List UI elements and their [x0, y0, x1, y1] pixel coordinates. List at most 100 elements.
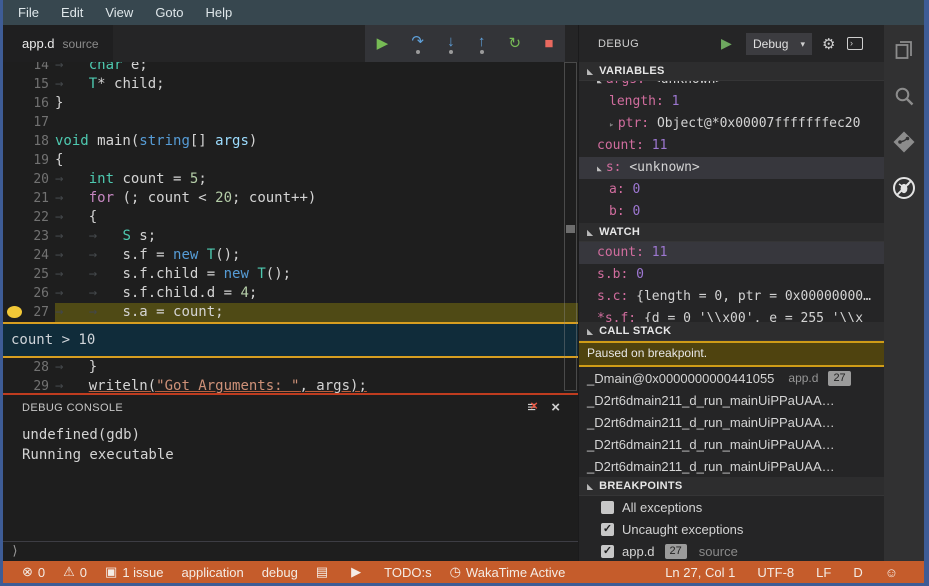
- code-line-26[interactable]: 26 → → s.f.child.d = 4;: [3, 284, 578, 303]
- status-wakatime[interactable]: ◷ WakaTime Active: [450, 564, 566, 580]
- breakpoint-gutter[interactable]: [3, 246, 27, 265]
- breakpoint-gutter[interactable]: [3, 132, 27, 151]
- section-call-stack[interactable]: ◣ CALL STACK: [579, 322, 884, 341]
- status-issues[interactable]: ▣ 1 issue: [105, 564, 164, 580]
- chevron-down-icon[interactable]: ◣: [597, 81, 602, 85]
- breakpoint-icon[interactable]: [7, 306, 22, 318]
- variable-row[interactable]: s.b: 0: [579, 264, 884, 286]
- code-line-19[interactable]: 19 {: [3, 151, 578, 170]
- code-line-16[interactable]: 16}: [3, 94, 578, 113]
- variable-row[interactable]: length: 1: [579, 91, 884, 113]
- code-line-15[interactable]: 15 → T* child;: [3, 75, 578, 94]
- code-line-20[interactable]: 20 → int count = 5;: [3, 170, 578, 189]
- status-task-debug[interactable]: debug: [262, 565, 298, 580]
- stack-frame[interactable]: _D2rt6dmain211_d_run_mainUiPPaUAA…: [579, 411, 884, 433]
- source-control-icon[interactable]: [891, 129, 917, 155]
- menu-item-edit[interactable]: Edit: [50, 0, 94, 25]
- section-variables[interactable]: ◣ VARIABLES: [579, 62, 884, 81]
- checkbox[interactable]: [601, 500, 614, 514]
- chevron-right-icon[interactable]: ▹: [609, 120, 614, 129]
- stop-button[interactable]: ■: [544, 36, 553, 51]
- code-line-14[interactable]: 14 → char e;: [3, 62, 578, 75]
- status-eol[interactable]: LF: [816, 565, 831, 580]
- breakpoint-condition-widget[interactable]: count > 10: [3, 322, 578, 358]
- scrollbar-thumb[interactable]: [566, 225, 575, 233]
- variable-row[interactable]: a: 0: [579, 179, 884, 201]
- debug-console-input[interactable]: ⟩: [3, 541, 578, 561]
- status-feedback[interactable]: ☺: [885, 565, 903, 580]
- stack-frame[interactable]: _Dmain@0x0000000000441055 app.d 27: [579, 367, 884, 389]
- code-line-25[interactable]: 25 → → s.f.child = new T();: [3, 265, 578, 284]
- variable-row[interactable]: ◣ s: <unknown>: [579, 157, 884, 179]
- breakpoint-gutter[interactable]: [3, 62, 27, 75]
- breakpoint-row[interactable]: All exceptions: [579, 496, 884, 518]
- breakpoint-row[interactable]: ✓ app.d 27 source: [579, 540, 884, 561]
- status-encoding[interactable]: UTF-8: [757, 565, 794, 580]
- code-line-28[interactable]: 28 → }: [3, 358, 578, 377]
- status-todos[interactable]: TODO:s: [384, 565, 431, 580]
- editor-scrollbar[interactable]: [564, 62, 577, 391]
- variable-row[interactable]: count: 11: [579, 135, 884, 157]
- status-run-task[interactable]: ▶: [351, 564, 366, 580]
- breakpoint-gutter[interactable]: [3, 227, 27, 246]
- variable-row[interactable]: ▹ ptr: Object@*0x00007fffffffec20: [579, 113, 884, 135]
- gear-icon[interactable]: ⚙: [822, 35, 835, 53]
- code-line-18[interactable]: 18 void main(string[] args): [3, 132, 578, 151]
- status-cursor-position[interactable]: Ln 27, Col 1: [665, 565, 735, 580]
- section-breakpoints[interactable]: ◣ BREAKPOINTS: [579, 477, 884, 496]
- clear-console-icon[interactable]: ≡ ×: [527, 398, 538, 416]
- breakpoint-gutter[interactable]: [3, 113, 27, 132]
- files-icon[interactable]: [891, 37, 917, 63]
- stack-frame[interactable]: _D2rt6dmain211_d_run_mainUiPPaUAA…: [579, 433, 884, 455]
- status-error-count[interactable]: ⊗ 0: [22, 564, 45, 580]
- menu-item-file[interactable]: File: [7, 0, 50, 25]
- restart-button[interactable]: ↻: [509, 36, 522, 51]
- code-line-29[interactable]: 29 → writeln("Got Arguments: ", args);: [3, 377, 578, 393]
- code-line-23[interactable]: 23 → → S s;: [3, 227, 578, 246]
- status-language-mode[interactable]: D: [853, 565, 862, 580]
- status-task-application[interactable]: application: [182, 565, 244, 580]
- breakpoint-gutter[interactable]: [3, 377, 27, 393]
- breakpoint-gutter[interactable]: [3, 265, 27, 284]
- status-preview[interactable]: ▤: [316, 564, 333, 580]
- stack-frame[interactable]: _D2rt6dmain211_d_run_mainUiPPaUAA…: [579, 455, 884, 477]
- breakpoint-gutter[interactable]: [3, 151, 27, 170]
- variable-row[interactable]: b: 0: [579, 201, 884, 223]
- code-line-22[interactable]: 22 → {: [3, 208, 578, 227]
- stack-frame[interactable]: _D2rt6dmain211_d_run_mainUiPPaUAA…: [579, 389, 884, 411]
- status-warning-count[interactable]: ⚠ 0: [63, 564, 87, 580]
- breakpoint-gutter[interactable]: [3, 170, 27, 189]
- code-line-17[interactable]: 17: [3, 113, 578, 132]
- chevron-down-icon[interactable]: ◣: [597, 164, 602, 173]
- code-line-24[interactable]: 24 → → s.f = new T();: [3, 246, 578, 265]
- step-out-button[interactable]: ↑: [478, 34, 485, 54]
- breakpoint-gutter[interactable]: [3, 75, 27, 94]
- variable-row[interactable]: s.c: {length = 0, ptr = 0x00000000…: [579, 286, 884, 308]
- variable-row[interactable]: ◣ args: <unknown>: [579, 81, 884, 91]
- breakpoint-gutter[interactable]: [3, 358, 27, 377]
- breakpoint-gutter[interactable]: [3, 303, 27, 322]
- menu-item-goto[interactable]: Goto: [144, 0, 194, 25]
- code-line-27[interactable]: 27 → → s.a = count;: [3, 303, 578, 322]
- variable-row[interactable]: count: 11: [579, 242, 884, 264]
- open-console-icon[interactable]: ›: [847, 37, 863, 50]
- menu-item-help[interactable]: Help: [195, 0, 244, 25]
- checkbox[interactable]: ✓: [601, 544, 614, 558]
- step-into-button[interactable]: ↓: [447, 34, 455, 54]
- debug-config-dropdown[interactable]: Debug ▾: [746, 33, 812, 55]
- breakpoint-gutter[interactable]: [3, 189, 27, 208]
- breakpoint-gutter[interactable]: [3, 284, 27, 303]
- close-console-icon[interactable]: ×: [551, 399, 560, 416]
- debug-icon[interactable]: [891, 175, 917, 201]
- section-watch[interactable]: ◣ WATCH: [579, 223, 884, 242]
- tab-app-d[interactable]: app.d source: [3, 25, 113, 62]
- step-over-button[interactable]: ↷: [411, 34, 424, 54]
- menu-item-view[interactable]: View: [94, 0, 144, 25]
- breakpoint-gutter[interactable]: [3, 94, 27, 113]
- search-icon[interactable]: [891, 83, 917, 109]
- checkbox[interactable]: ✓: [601, 522, 614, 536]
- code-editor[interactable]: 14 → char e; 15 → T* child; 16} 17 18 void main…: [3, 62, 578, 393]
- breakpoint-row[interactable]: ✓ Uncaught exceptions: [579, 518, 884, 540]
- breakpoint-gutter[interactable]: [3, 208, 27, 227]
- code-line-21[interactable]: 21 → for (; count < 20; count++): [3, 189, 578, 208]
